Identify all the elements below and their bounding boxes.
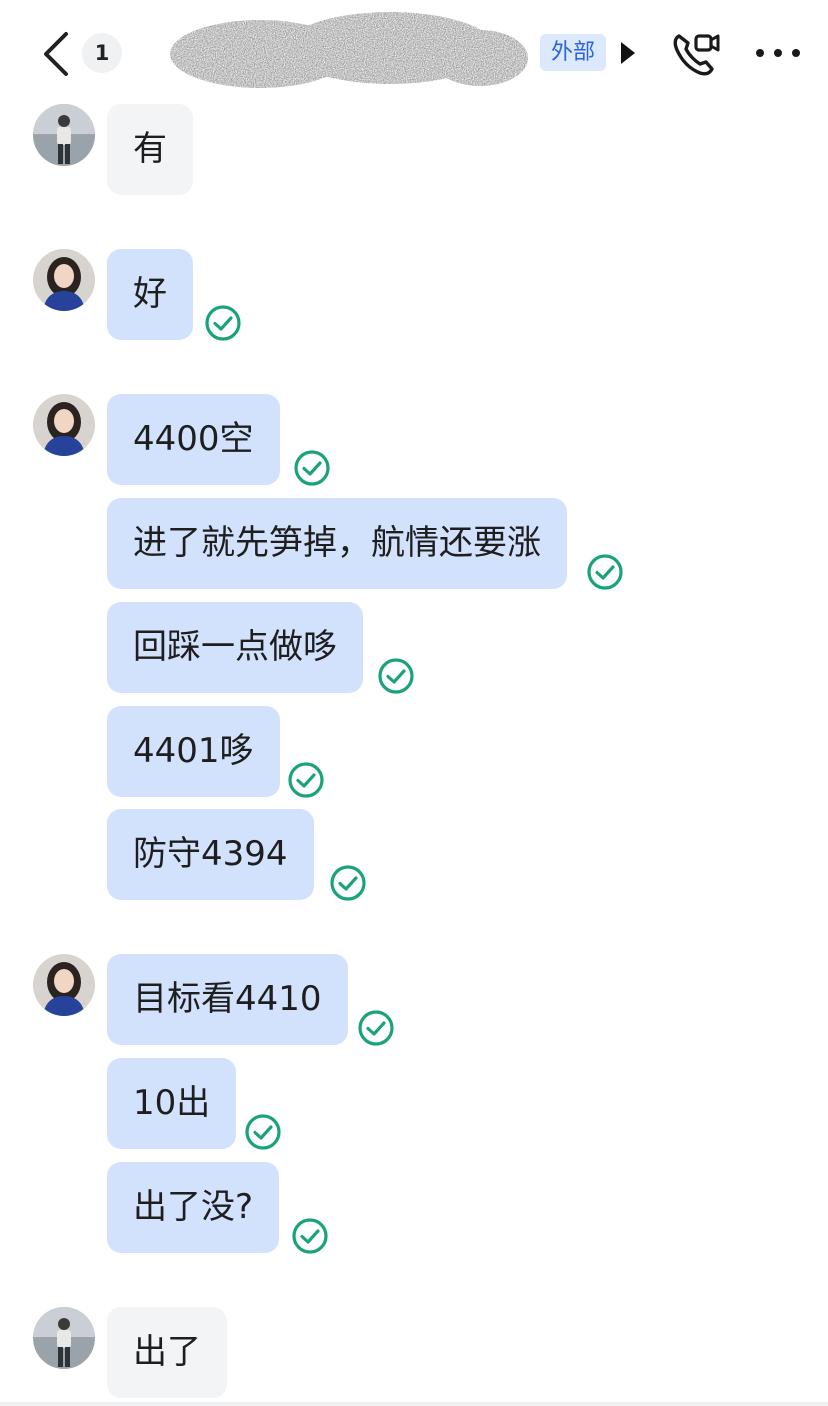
message-bubble[interactable]: 4400空	[107, 394, 280, 485]
message-bubble[interactable]: 目标看4410	[107, 954, 348, 1045]
read-check-icon	[587, 554, 623, 590]
message-bubble[interactable]: 4401哆	[107, 706, 280, 797]
read-check-icon	[358, 1010, 394, 1046]
contact-avatar[interactable]	[33, 104, 95, 166]
contact-avatar[interactable]	[33, 1307, 95, 1369]
redacted-contact-name[interactable]	[140, 4, 530, 96]
chevron-left-icon[interactable]	[40, 30, 74, 78]
message-bubble[interactable]: 回踩一点做哆	[107, 602, 363, 693]
message-bubble[interactable]: 出了	[107, 1307, 227, 1398]
unread-count-badge[interactable]: 1	[82, 33, 122, 73]
read-check-icon	[294, 450, 330, 486]
phone-video-icon[interactable]	[670, 31, 720, 77]
read-check-icon	[330, 865, 366, 901]
message-bubble[interactable]: 有	[107, 104, 193, 195]
message-bubble[interactable]: 好	[107, 249, 193, 340]
user-avatar[interactable]	[33, 954, 95, 1016]
user-avatar[interactable]	[33, 394, 95, 456]
read-check-icon	[205, 305, 241, 341]
external-tag: 外部	[540, 34, 606, 71]
chat-header: 1 外部	[0, 0, 828, 105]
read-check-icon	[378, 658, 414, 694]
message-bubble[interactable]: 出了没?	[107, 1162, 280, 1253]
message-bubble[interactable]: 进了就先笋掉，航情还要涨	[107, 498, 567, 589]
ellipsis-icon[interactable]	[754, 44, 802, 62]
read-check-icon	[292, 1218, 328, 1254]
divider	[0, 1402, 828, 1406]
read-check-icon	[288, 762, 324, 798]
user-avatar[interactable]	[33, 249, 95, 311]
message-bubble[interactable]: 防守4394	[107, 809, 314, 900]
triangle-right-icon[interactable]	[620, 40, 636, 66]
read-check-icon	[245, 1114, 281, 1150]
message-bubble[interactable]: 10出	[107, 1058, 237, 1149]
